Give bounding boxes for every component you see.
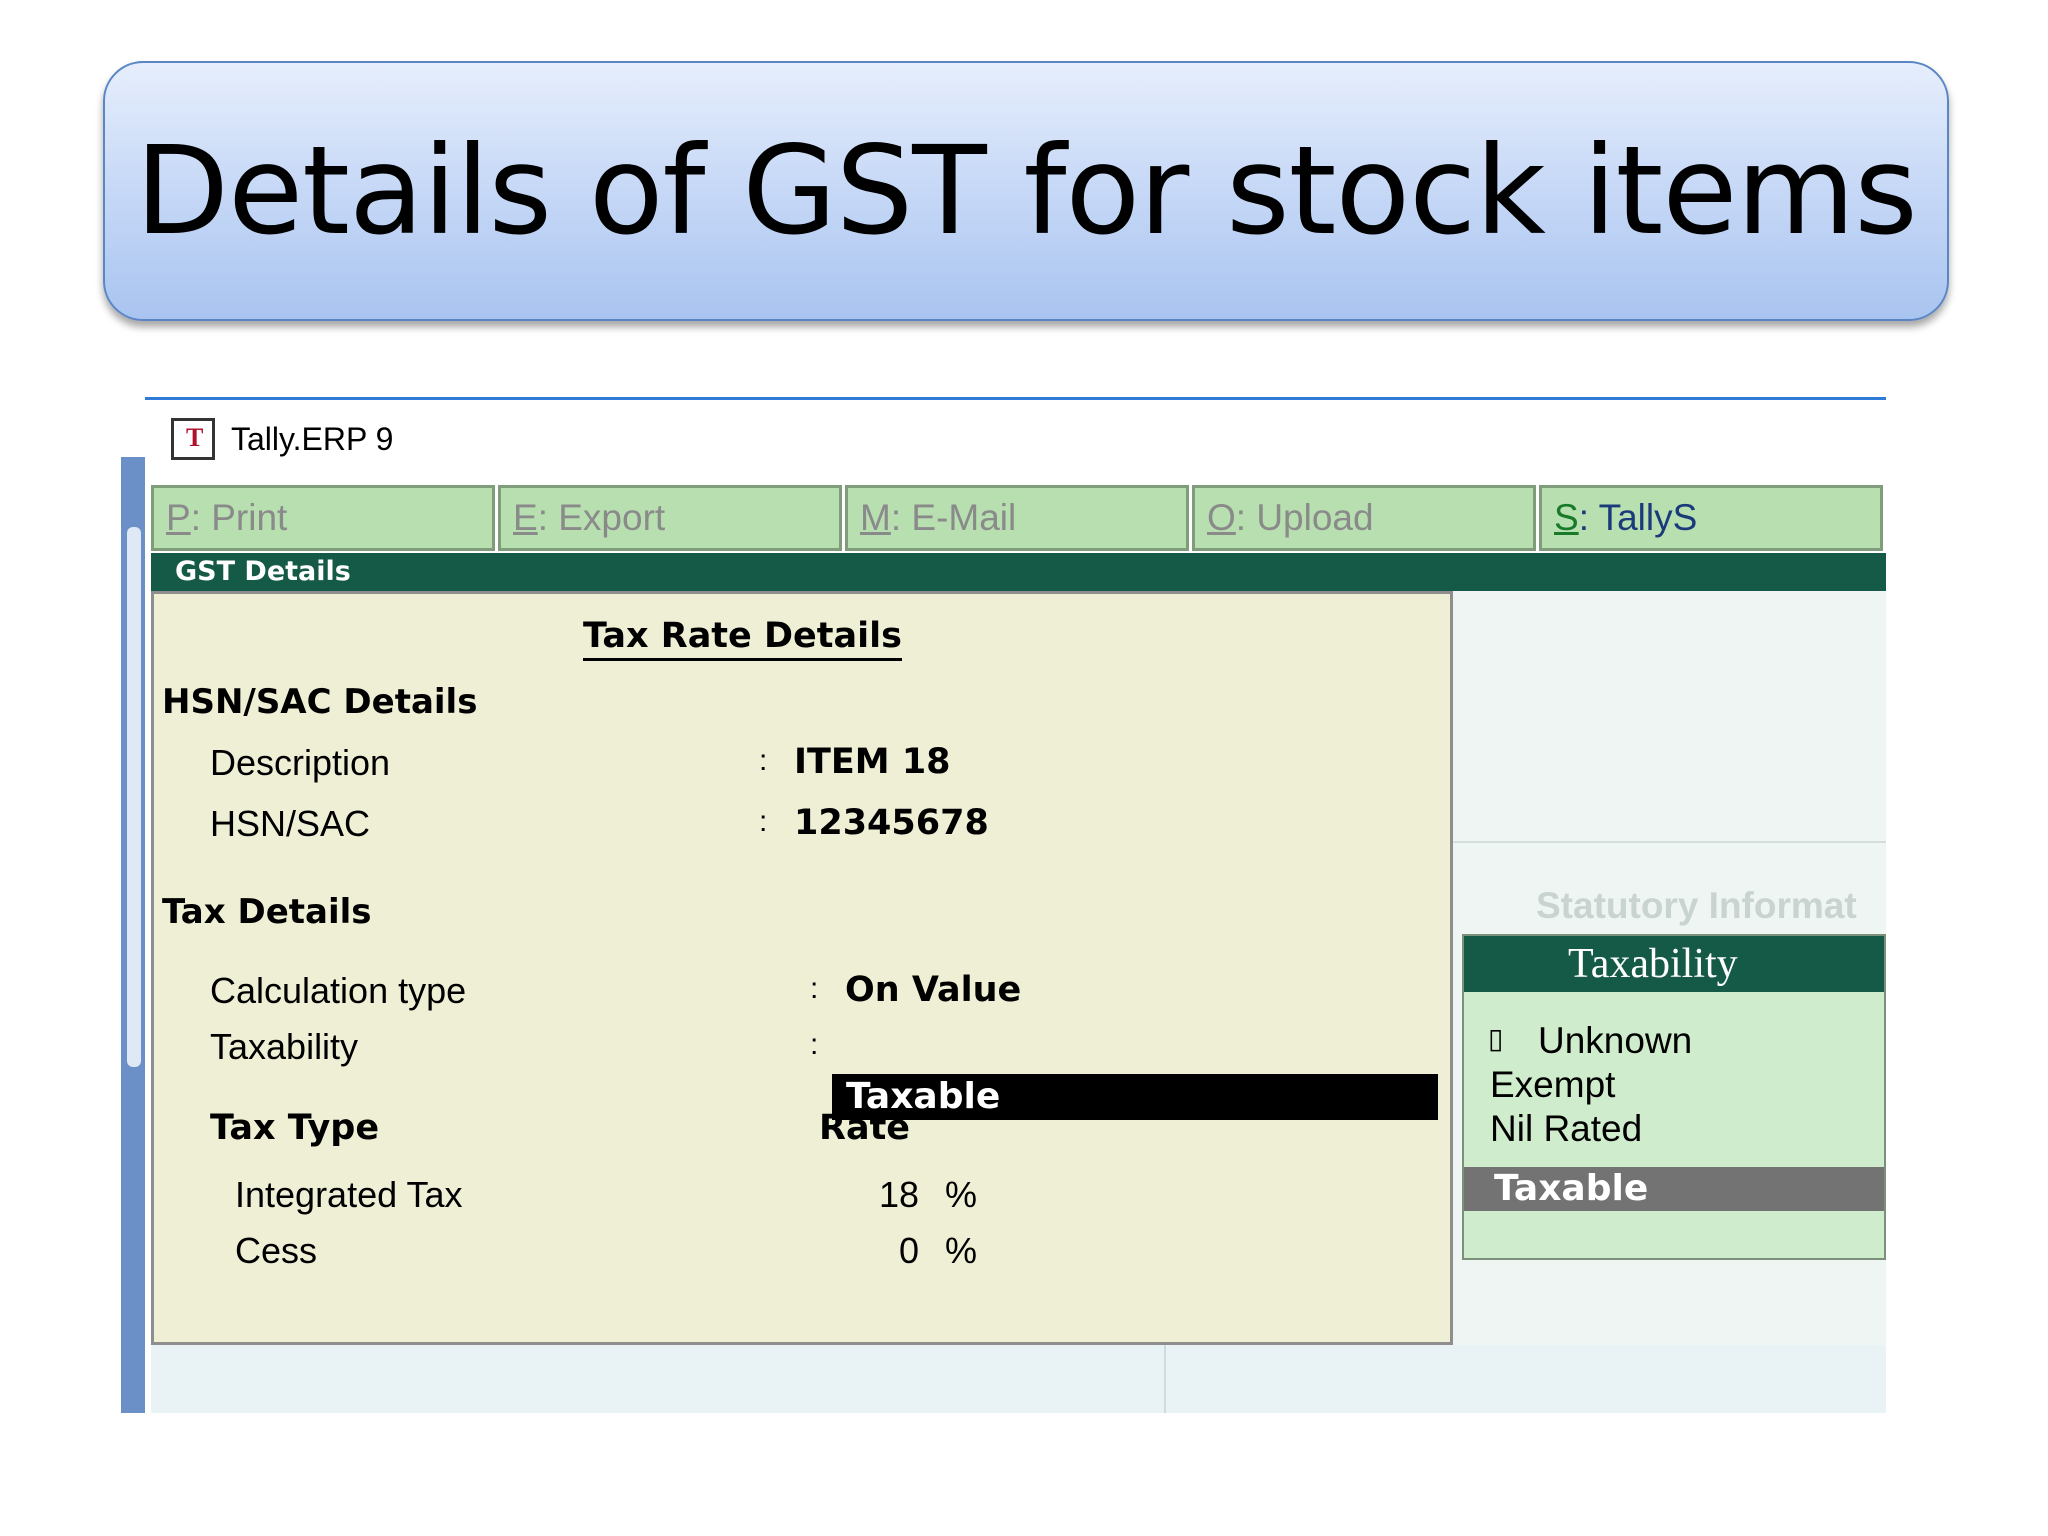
panel-heading: Tax Rate Details <box>583 614 902 661</box>
calc-type-value[interactable]: On Value <box>845 970 1021 1010</box>
window-left-scroll <box>127 527 141 1067</box>
statutory-info-label: Statutory Informat <box>1536 885 1857 926</box>
cess-rate[interactable]: 0 <box>899 1230 919 1272</box>
upload-button[interactable]: O: Upload <box>1192 485 1536 551</box>
email-hotkey: M <box>860 497 891 538</box>
upload-hotkey: O <box>1207 497 1236 538</box>
tallyshop-label: : TallyS <box>1578 497 1698 538</box>
tax-type-header: Tax Type <box>210 1108 380 1148</box>
export-label: : Export <box>537 497 666 538</box>
tallyshop-button[interactable]: S: TallyS <box>1539 485 1883 551</box>
screen-header: GST Details <box>151 553 1886 591</box>
titlebar: Tally.ERP 9 <box>145 400 1886 478</box>
hsn-colon: : <box>759 805 768 838</box>
hsn-value[interactable]: 12345678 <box>794 803 989 843</box>
hsn-label: HSN/SAC <box>210 803 371 844</box>
email-button[interactable]: M: E-Mail <box>845 485 1189 551</box>
background-bottom-divider <box>1164 1345 1166 1413</box>
tally-app-icon <box>171 418 215 460</box>
tax-section-title: Tax Details <box>162 892 372 932</box>
cess-unit: % <box>945 1230 978 1271</box>
description-colon: : <box>759 744 768 777</box>
background-divider <box>1451 841 1886 843</box>
upload-label: : Upload <box>1235 497 1374 538</box>
integrated-tax-unit: % <box>945 1174 978 1215</box>
print-hotkey: P <box>166 497 191 538</box>
cess-label: Cess <box>235 1230 318 1271</box>
print-button[interactable]: P: Print <box>151 485 495 551</box>
tallyshop-hotkey: S <box>1554 497 1579 538</box>
calc-type-colon: : <box>810 972 819 1005</box>
print-label: : Print <box>190 497 288 538</box>
option-taxable[interactable]: Taxable <box>1494 1167 1648 1211</box>
option-unknown[interactable]: Unknown <box>1538 1020 1692 1062</box>
description-label: Description <box>210 742 391 783</box>
integrated-tax-label: Integrated Tax <box>235 1174 463 1215</box>
taxability-colon: : <box>810 1028 819 1061</box>
slide-title: Details of GST for stock items <box>135 120 1918 262</box>
slide-title-box: Details of GST for stock items <box>103 61 1949 321</box>
rate-header: Rate <box>819 1108 911 1148</box>
button-bar: P: Print E: Export M: E-Mail O: Upload S… <box>151 485 1886 551</box>
background-bottom <box>151 1345 1886 1413</box>
description-value[interactable]: ITEM 18 <box>794 742 951 782</box>
taxability-label: Taxability <box>210 1026 359 1067</box>
email-label: : E-Mail <box>890 497 1017 538</box>
tally-window: Tally.ERP 9 P: Print E: Export M: E-Mail… <box>121 397 1886 1413</box>
window-title: Tally.ERP 9 <box>231 420 394 457</box>
popup-title: Taxability <box>1464 936 1884 992</box>
cursor-marker-icon: ▯ <box>1488 1023 1504 1054</box>
integrated-tax-rate[interactable]: 18 <box>879 1174 919 1216</box>
hsn-section-title: HSN/SAC Details <box>162 682 478 722</box>
option-exempt[interactable]: Exempt <box>1490 1064 1615 1106</box>
export-button[interactable]: E: Export <box>498 485 842 551</box>
taxability-popup: Taxability ▯ Unknown Exempt Nil Rated Ta… <box>1462 934 1886 1260</box>
tax-rate-details-panel: Tax Rate Details HSN/SAC Details Descrip… <box>151 591 1453 1345</box>
option-nil-rated[interactable]: Nil Rated <box>1490 1108 1642 1150</box>
calc-type-label: Calculation type <box>210 970 467 1011</box>
export-hotkey: E <box>513 497 538 538</box>
